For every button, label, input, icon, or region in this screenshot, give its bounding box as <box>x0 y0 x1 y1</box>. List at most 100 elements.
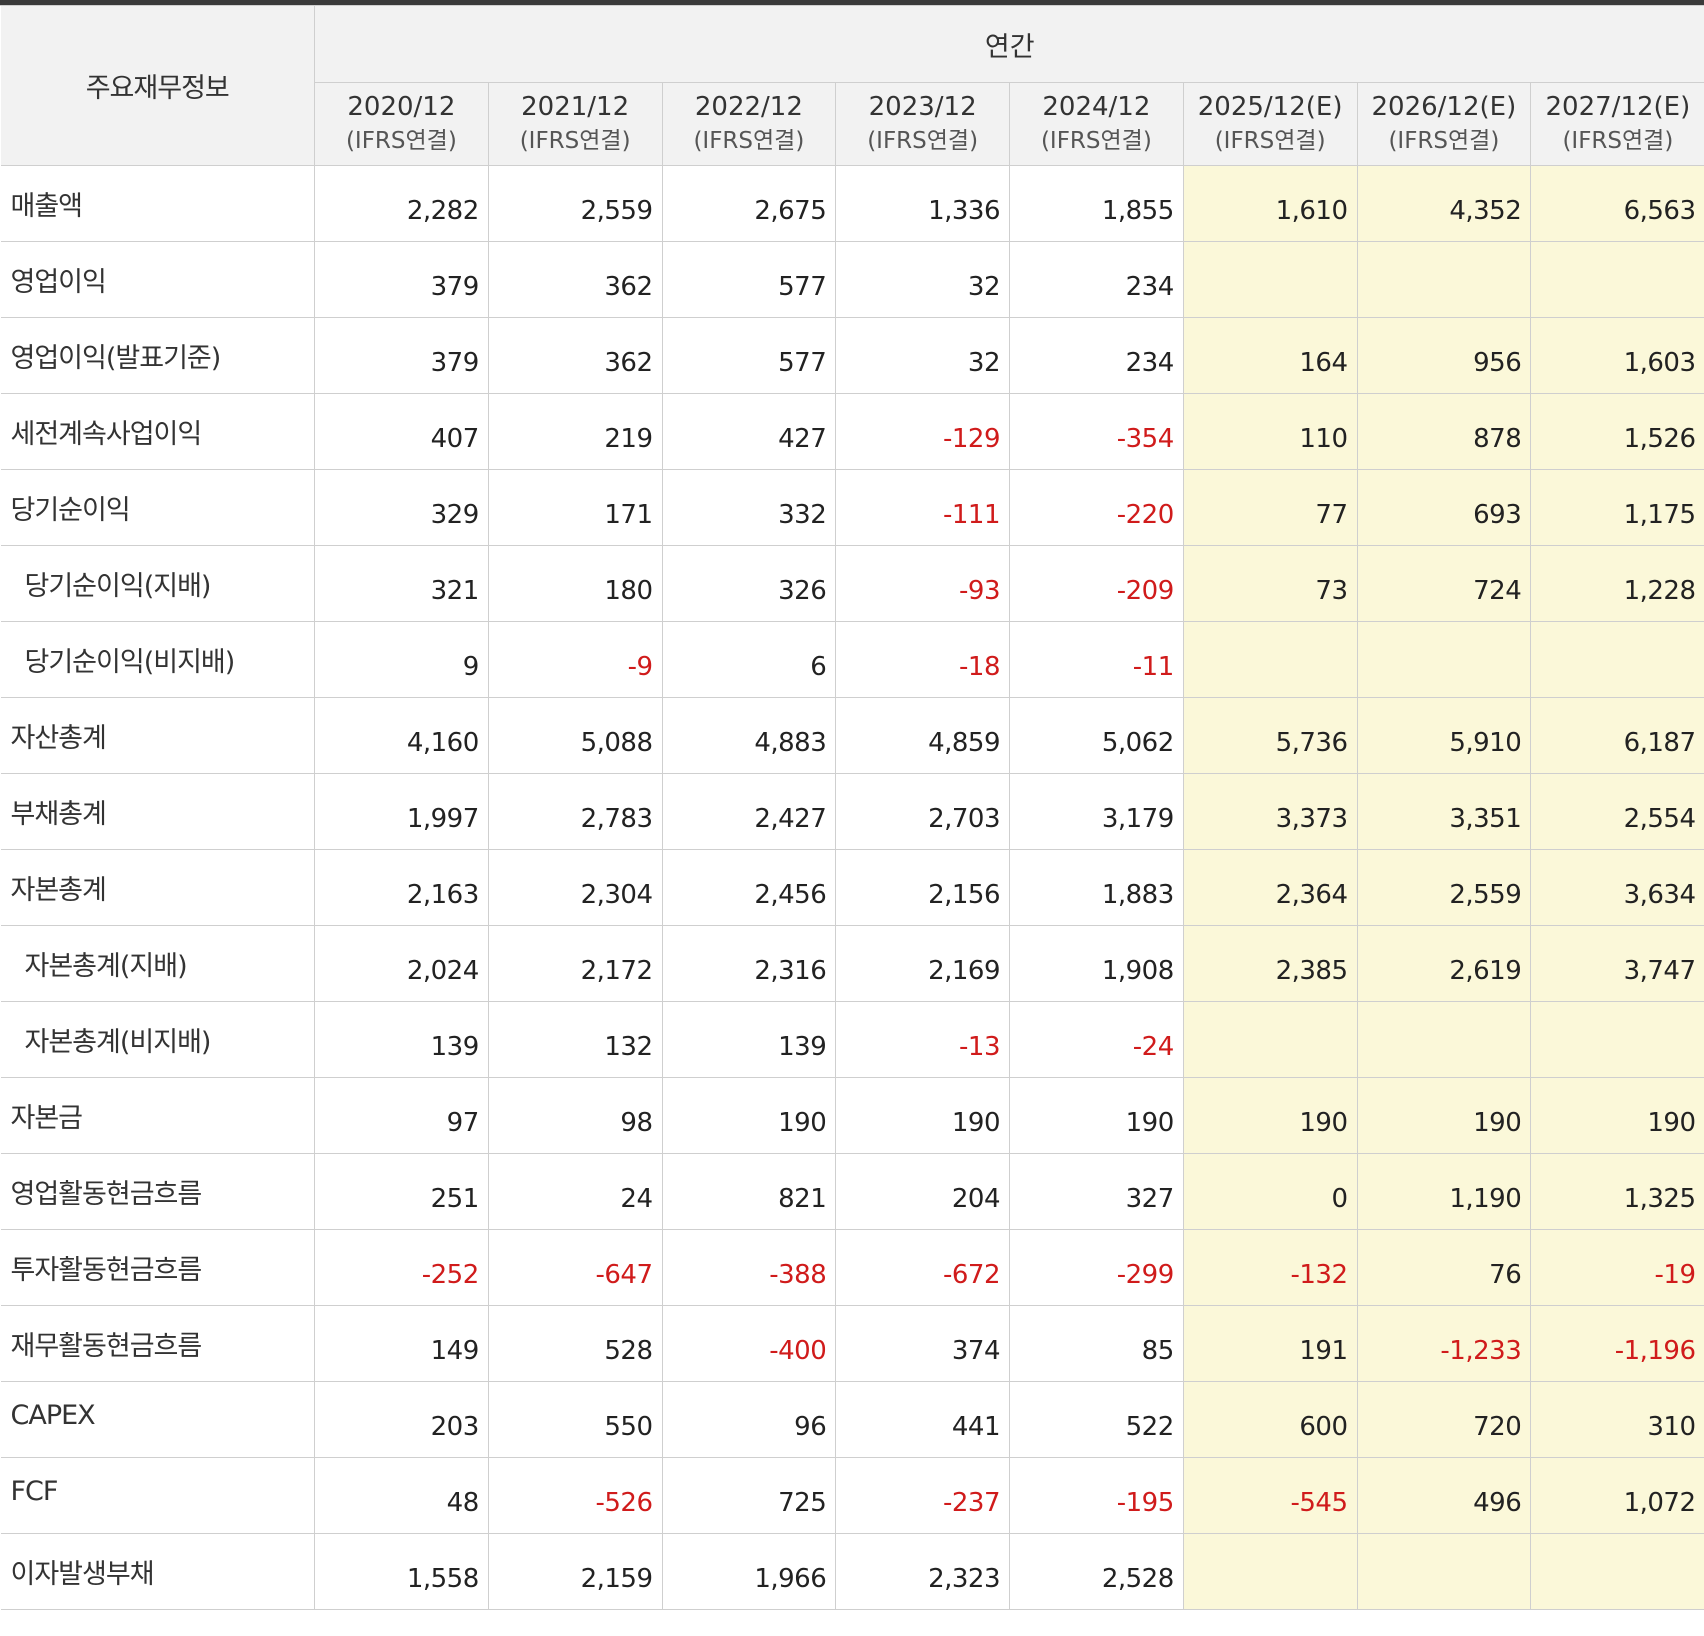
row-label[interactable]: 영업이익(발표기준) <box>0 317 315 394</box>
table-row: 영업이익 379 362 577 32 234 <box>0 241 1704 318</box>
period-basis: (IFRS연결) <box>1562 128 1674 154</box>
period-basis: (IFRS연결) <box>1388 128 1500 154</box>
value-cell: 4,352 <box>1356 165 1532 242</box>
value-cell <box>1356 241 1532 318</box>
value-cell: 149 <box>314 1305 489 1382</box>
value-cell: 577 <box>661 241 837 318</box>
value-cell: 1,603 <box>1530 317 1704 394</box>
value-cell: 164 <box>1182 317 1358 394</box>
value-cell: 522 <box>1009 1381 1184 1458</box>
value-cell: 724 <box>1356 545 1532 622</box>
table-row: 투자활동현금흐름 -252 -647 -388 -672 -299 -132 76 -19 <box>0 1229 1704 1306</box>
row-label[interactable]: 자산총계 <box>0 697 315 774</box>
row-label[interactable]: CAPEX <box>0 1381 315 1458</box>
value-cell: -354 <box>1009 393 1184 470</box>
corner-label: 주요재무정보 <box>0 5 315 166</box>
period-basis: (IFRS연결) <box>1214 128 1326 154</box>
period-basis: (IFRS연결) <box>519 128 631 154</box>
value-cell <box>1182 621 1358 698</box>
value-cell: 2,554 <box>1530 773 1704 850</box>
value-cell: -388 <box>661 1229 837 1306</box>
table-row: 부채총계 1,997 2,783 2,427 2,703 3,179 3,373 3,351 2… <box>0 773 1704 850</box>
value-cell: 5,736 <box>1182 697 1358 774</box>
value-cell: -672 <box>835 1229 1010 1306</box>
value-cell <box>1182 241 1358 318</box>
value-cell: 2,024 <box>314 925 489 1002</box>
value-cell: 6,187 <box>1530 697 1704 774</box>
value-cell: 24 <box>487 1153 663 1230</box>
value-cell: -209 <box>1009 545 1184 622</box>
value-cell: 725 <box>661 1457 837 1534</box>
row-label[interactable]: 자본금 <box>0 1077 315 1154</box>
value-cell: 3,634 <box>1530 849 1704 926</box>
period-header: 2022/12 (IFRS연결) <box>661 82 837 166</box>
row-label[interactable]: 이자발생부채 <box>0 1533 315 1610</box>
row-label[interactable]: 자본총계(지배) <box>0 925 315 1002</box>
value-cell: -220 <box>1009 469 1184 546</box>
value-cell: 2,703 <box>835 773 1010 850</box>
row-label[interactable]: FCF <box>0 1457 315 1534</box>
value-cell: 234 <box>1009 241 1184 318</box>
period-header: 2026/12(E) (IFRS연결) <box>1356 82 1532 166</box>
value-cell: -400 <box>661 1305 837 1382</box>
row-label[interactable]: 자본총계(비지배) <box>0 1001 315 1078</box>
value-cell: 85 <box>1009 1305 1184 1382</box>
value-cell: 2,304 <box>487 849 663 926</box>
value-cell: 427 <box>661 393 837 470</box>
value-cell: 3,351 <box>1356 773 1532 850</box>
value-cell: 379 <box>314 317 489 394</box>
financial-table: 주요재무정보 연간 2020/12 (IFRS연결) 2021/12 (IFRS연결)… <box>0 0 1704 1610</box>
table-row: CAPEX 203 550 96 441 522 600 720 310 <box>0 1381 1704 1458</box>
row-label[interactable]: 당기순이익 <box>0 469 315 546</box>
value-cell: 2,675 <box>661 165 837 242</box>
value-cell: 1,190 <box>1356 1153 1532 1230</box>
value-cell: -19 <box>1530 1229 1704 1306</box>
value-cell: -237 <box>835 1457 1010 1534</box>
value-cell: 190 <box>1182 1077 1358 1154</box>
value-cell: 327 <box>1009 1153 1184 1230</box>
value-cell: -13 <box>835 1001 1010 1078</box>
value-cell: 1,558 <box>314 1533 489 1610</box>
row-label[interactable]: 자본총계 <box>0 849 315 926</box>
row-label[interactable]: 매출액 <box>0 165 315 242</box>
value-cell: 0 <box>1182 1153 1358 1230</box>
row-label[interactable]: 영업이익 <box>0 241 315 318</box>
value-cell: 600 <box>1182 1381 1358 1458</box>
value-cell: 139 <box>661 1001 837 1078</box>
value-cell: 132 <box>487 1001 663 1078</box>
value-cell: 219 <box>487 393 663 470</box>
row-label[interactable]: 재무활동현금흐름 <box>0 1305 315 1382</box>
financial-summary: 주요재무정보 연간 2020/12 (IFRS연결) 2021/12 (IFRS연결)… <box>0 0 1704 1610</box>
row-label[interactable]: 당기순이익(비지배) <box>0 621 315 698</box>
value-cell <box>1356 1001 1532 1078</box>
row-label[interactable]: 당기순이익(지배) <box>0 545 315 622</box>
value-cell: 32 <box>835 317 1010 394</box>
value-cell: 97 <box>314 1077 489 1154</box>
value-cell: -93 <box>835 545 1010 622</box>
value-cell: 1,610 <box>1182 165 1358 242</box>
table-row: 영업활동현금흐름 251 24 821 204 327 0 1,190 1,325 <box>0 1153 1704 1230</box>
value-cell: 190 <box>661 1077 837 1154</box>
period-year: 2026/12(E) <box>1371 92 1517 122</box>
value-cell: 190 <box>1530 1077 1704 1154</box>
value-cell: 1,072 <box>1530 1457 1704 1534</box>
value-cell: 2,559 <box>1356 849 1532 926</box>
row-label[interactable]: 부채총계 <box>0 773 315 850</box>
value-cell <box>1530 621 1704 698</box>
table-row: 당기순이익(지배) 321 180 326 -93 -209 73 724 1,228 <box>0 545 1704 622</box>
period-year: 2020/12 <box>347 92 456 122</box>
value-cell <box>1182 1533 1358 1610</box>
value-cell: 1,526 <box>1530 393 1704 470</box>
value-cell: 5,088 <box>487 697 663 774</box>
value-cell: 5,910 <box>1356 697 1532 774</box>
group-label-annual: 연간 <box>313 5 1704 83</box>
value-cell: 4,160 <box>314 697 489 774</box>
value-cell: -1,233 <box>1356 1305 1532 1382</box>
row-label[interactable]: 세전계속사업이익 <box>0 393 315 470</box>
row-label[interactable]: 투자활동현금흐름 <box>0 1229 315 1306</box>
value-cell: -545 <box>1182 1457 1358 1534</box>
row-label[interactable]: 영업활동현금흐름 <box>0 1153 315 1230</box>
value-cell: -252 <box>314 1229 489 1306</box>
value-cell: 1,175 <box>1530 469 1704 546</box>
value-cell: 2,427 <box>661 773 837 850</box>
